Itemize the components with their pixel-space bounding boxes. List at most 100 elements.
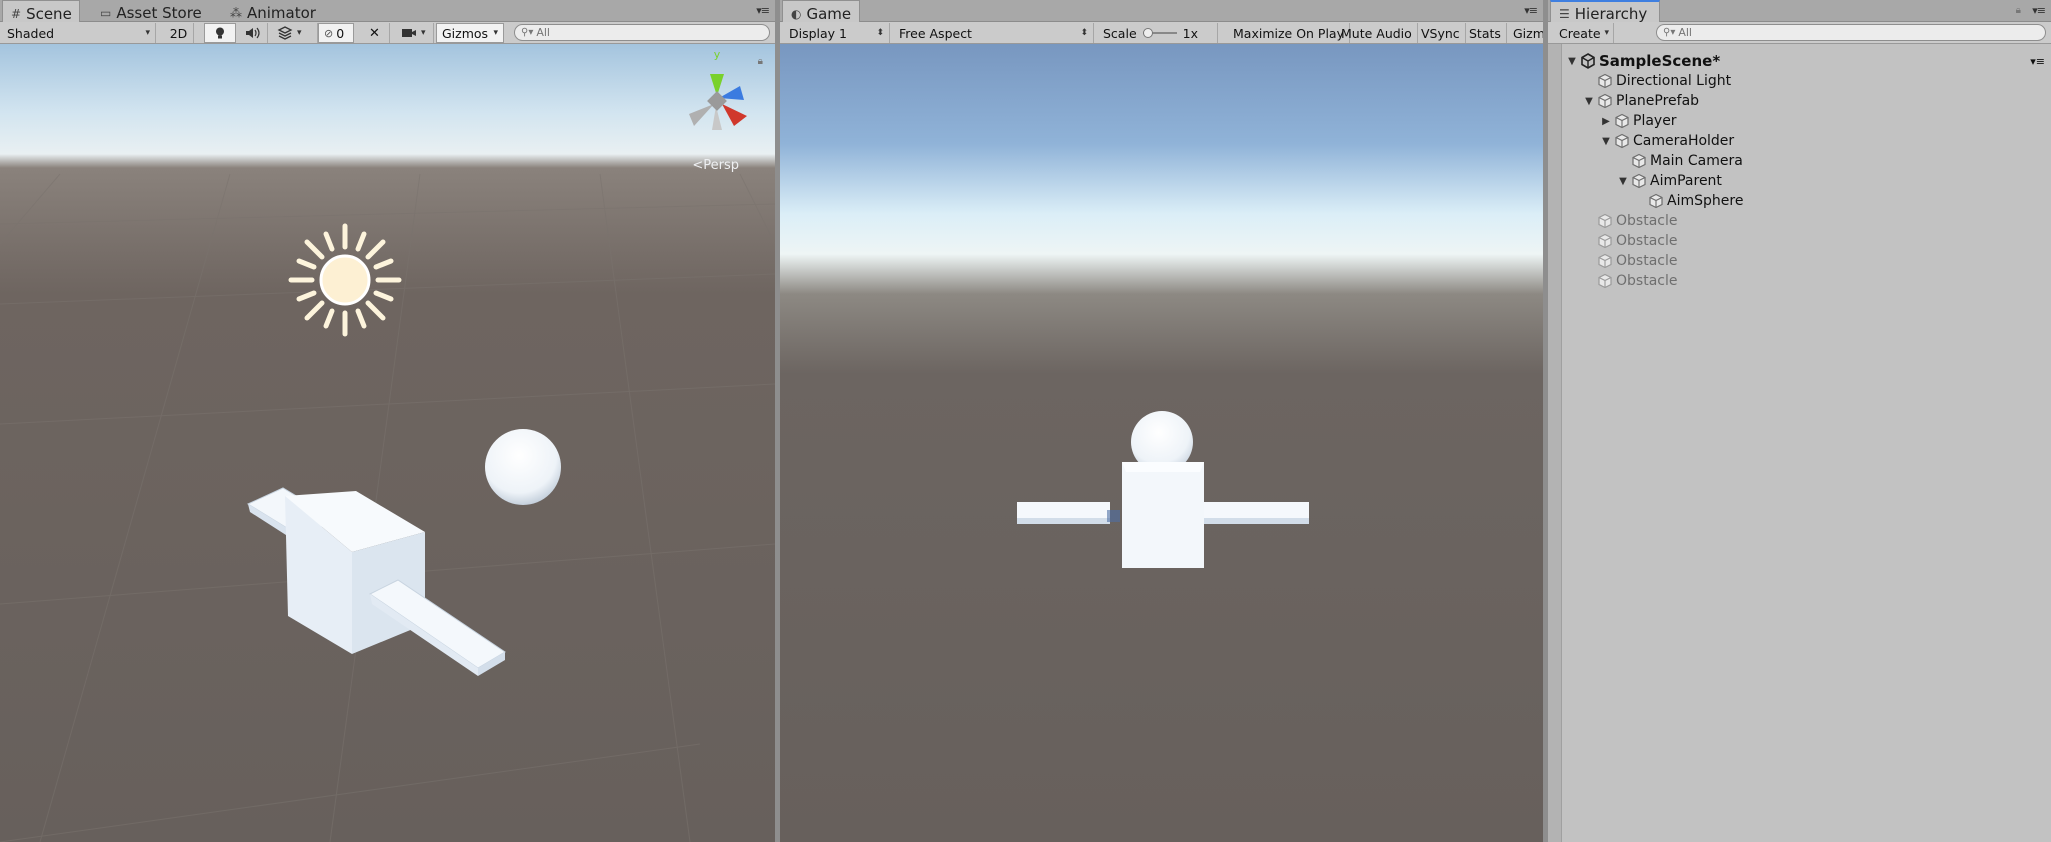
neg-x-axis-cone[interactable] — [689, 104, 714, 126]
maximize-label: Maximize On Play — [1233, 25, 1344, 41]
tab-animator-label: Animator — [247, 3, 316, 22]
foldout-expanded-icon[interactable]: ▼ — [1600, 136, 1612, 147]
create-label: Create — [1559, 25, 1601, 41]
tools-button[interactable]: ✕ — [360, 23, 390, 43]
tab-animator[interactable]: ⁂ Animator — [222, 0, 324, 22]
panel-menu-icon[interactable]: ▾≡ — [2032, 4, 2046, 17]
hierarchy-search-input[interactable] — [1678, 26, 2045, 39]
draw-mode-dropdown[interactable]: Shaded ▾ — [2, 23, 156, 43]
mute-audio-toggle[interactable]: Mute Audio — [1336, 23, 1418, 43]
hierarchy-row[interactable]: ▼ CameraHolder — [1562, 131, 2051, 151]
gameobject-cube-icon — [1615, 113, 1629, 129]
hierarchy-tabbar: ☰ Hierarchy 🔒︎ ▾≡ — [1548, 0, 2051, 23]
tab-game[interactable]: ◐ Game — [782, 0, 860, 23]
scale-control[interactable]: Scale 1x — [1098, 23, 1218, 43]
gameobject-cube-icon — [1598, 213, 1612, 229]
maximize-on-play-toggle[interactable]: Maximize On Play — [1228, 23, 1350, 43]
hierarchy-row[interactable]: ▶ Player — [1562, 111, 2051, 131]
hierarchy-row[interactable]: ▼ AimParent — [1562, 171, 2051, 191]
lock-icon[interactable]: 🔒︎ — [758, 56, 763, 67]
grid-icon: # — [11, 6, 22, 21]
projection-toggle[interactable]: <Persp — [692, 158, 739, 173]
tab-scene[interactable]: # Scene — [2, 0, 80, 23]
tab-asset-store[interactable]: ▭ Asset Store — [92, 0, 210, 22]
2d-toggle-button[interactable]: 2D — [164, 23, 194, 43]
scale-slider-thumb[interactable] — [1142, 28, 1153, 38]
hierarchy-row[interactable]: Obstacle — [1562, 271, 2051, 291]
game-toolbar: Display 1 ⬍ Free Aspect ⬍ Scale 1x Maxim… — [780, 22, 1543, 44]
hierarchy-item-label: CameraHolder — [1633, 133, 1735, 149]
eye-slash-icon: ⊘ — [324, 26, 334, 40]
gameobject-cube-icon — [1632, 153, 1646, 169]
camera-settings-dropdown[interactable]: ▾ — [396, 23, 434, 43]
hierarchy-row[interactable]: Obstacle — [1562, 211, 2051, 231]
scene-viewport[interactable]: y 🔒︎ <Persp — [0, 44, 775, 842]
layers-icon — [277, 26, 293, 40]
2d-label: 2D — [169, 25, 188, 41]
hierarchy-item-label: Obstacle — [1616, 233, 1678, 249]
game-icon: ◐ — [791, 6, 802, 21]
audio-toggle-button[interactable] — [238, 23, 268, 43]
hierarchy-search[interactable]: ⚲▾ — [1656, 24, 2046, 41]
scene-toolbar: Shaded ▾ 2D ▾ ⊘ 0 ✕ ▾ Gizmos ▾ ⚲▾ All — [0, 22, 775, 44]
orientation-gizmo[interactable]: y — [672, 46, 762, 136]
dropdown-arrow-icon: ▾ — [297, 28, 302, 38]
panel-menu-icon[interactable]: ▾≡ — [1524, 4, 1538, 17]
scene-search-input[interactable] — [536, 26, 769, 39]
animator-icon: ⁂ — [230, 5, 242, 20]
aspect-dropdown[interactable]: Free Aspect ⬍ — [894, 23, 1094, 43]
hierarchy-item-label: Obstacle — [1616, 253, 1678, 269]
hidden-objects-toggle[interactable]: ⊘ 0 — [318, 23, 354, 43]
hierarchy-tree: ▼ SampleScene* ▾≡ Directional Light ▼ PlanePr… — [1562, 44, 2051, 842]
lock-icon[interactable]: 🔒︎ — [2016, 5, 2021, 16]
aspect-label: Free Aspect — [899, 25, 972, 41]
hierarchy-item-label: AimParent — [1650, 173, 1722, 189]
scene-search[interactable]: ⚲▾ — [514, 24, 770, 41]
foldout-expanded-icon[interactable]: ▼ — [1566, 56, 1578, 67]
gizmos-toggle[interactable]: Gizm — [1508, 23, 1543, 43]
lighting-toggle-button[interactable] — [204, 23, 236, 43]
game-viewport[interactable] — [780, 44, 1543, 842]
hierarchy-row[interactable]: AimSphere — [1562, 191, 2051, 211]
vsync-toggle[interactable]: VSync — [1416, 23, 1466, 43]
hierarchy-row[interactable]: ▼ PlanePrefab — [1562, 91, 2051, 111]
hierarchy-row[interactable]: Obstacle — [1562, 251, 2051, 271]
aim-sphere-object[interactable] — [485, 429, 561, 505]
tab-asset-store-label: Asset Store — [116, 3, 202, 22]
search-icon: ⚲▾ — [521, 27, 534, 38]
scale-slider[interactable] — [1142, 28, 1177, 38]
hierarchy-gutter — [1548, 44, 1562, 842]
directional-light-icon[interactable] — [288, 223, 402, 337]
hierarchy-item-label: Obstacle — [1616, 213, 1678, 229]
foldout-expanded-icon[interactable]: ▼ — [1617, 176, 1629, 187]
scene-menu-icon[interactable]: ▾≡ — [2030, 55, 2045, 68]
scale-label: Scale — [1103, 25, 1137, 41]
gameobject-cube-icon — [1649, 193, 1663, 209]
gizmos-dropdown[interactable]: Gizmos ▾ — [436, 23, 504, 43]
projection-label: Persp — [703, 158, 739, 173]
persp-arrow-icon: < — [692, 158, 704, 173]
create-dropdown[interactable]: Create ▾ — [1554, 23, 1614, 43]
panel-menu-icon[interactable]: ▾≡ — [756, 4, 770, 17]
foldout-collapsed-icon[interactable]: ▶ — [1600, 116, 1612, 127]
effects-dropdown[interactable]: ▾ — [272, 23, 318, 43]
hierarchy-row[interactable]: Main Camera — [1562, 151, 2051, 171]
hierarchy-item-label: Main Camera — [1650, 153, 1743, 169]
hierarchy-scene-row[interactable]: ▼ SampleScene* ▾≡ — [1562, 51, 2051, 71]
game-render — [1017, 411, 1309, 568]
tab-hierarchy[interactable]: ☰ Hierarchy — [1550, 0, 1660, 23]
x-axis-cone[interactable] — [722, 104, 747, 126]
gameobject-cube-icon — [1598, 233, 1612, 249]
hierarchy-row[interactable]: Obstacle — [1562, 231, 2051, 251]
unity-scene-icon — [1581, 53, 1595, 69]
tab-hierarchy-label: Hierarchy — [1574, 5, 1648, 23]
foldout-expanded-icon[interactable]: ▼ — [1583, 96, 1595, 107]
hierarchy-row[interactable]: Directional Light — [1562, 71, 2051, 91]
hierarchy-item-label: PlanePrefab — [1616, 93, 1700, 109]
gameobject-cube-icon — [1598, 93, 1612, 109]
stats-toggle[interactable]: Stats — [1464, 23, 1507, 43]
gameobject-cube-icon — [1598, 273, 1612, 289]
camera-icon — [402, 29, 416, 37]
display-dropdown[interactable]: Display 1 ⬍ — [784, 23, 890, 43]
tools-icon: ✕ — [369, 25, 380, 41]
